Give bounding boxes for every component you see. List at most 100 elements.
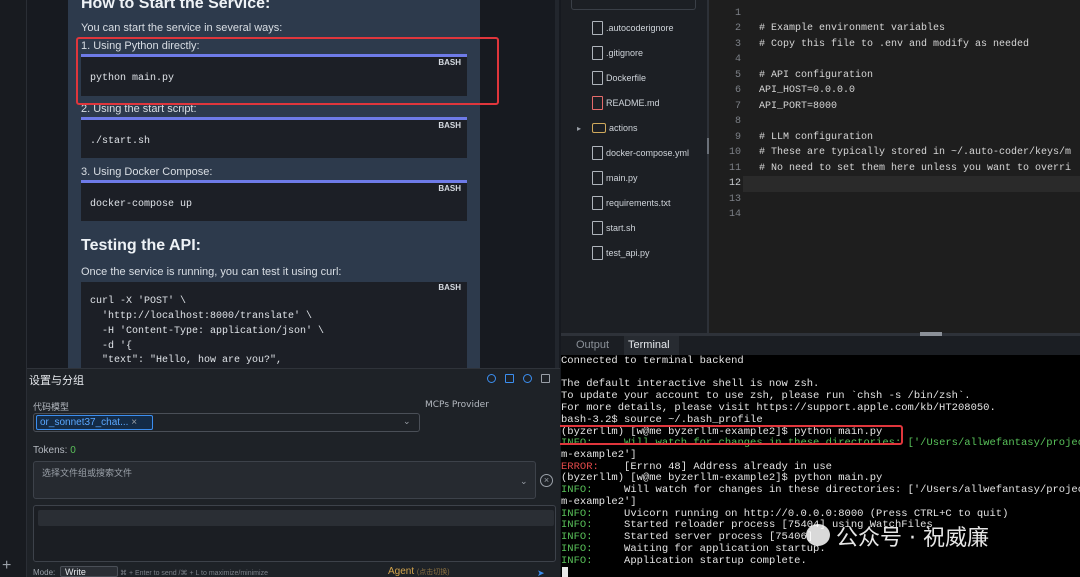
mode-select[interactable]: Write xyxy=(60,566,118,577)
file-icon xyxy=(592,71,603,85)
file-name: .autocoderignore xyxy=(606,23,674,33)
model-tag[interactable]: or_sonnet37_chat... × xyxy=(36,415,153,430)
mode-label: Mode: xyxy=(33,568,56,577)
file-icon xyxy=(592,146,603,160)
file-item[interactable]: Dockerfile xyxy=(592,69,646,87)
code-block-2: BASH ./start.sh xyxy=(81,117,467,158)
terminal-line: INFO: Will watch for changes in these di… xyxy=(561,484,1080,496)
close-icon[interactable]: × xyxy=(131,417,137,428)
chevron-down-icon[interactable]: ⌄ xyxy=(520,476,528,487)
line-number: 14 xyxy=(728,209,741,220)
folder-item[interactable]: actions xyxy=(592,119,638,137)
code-line: # API configuration xyxy=(759,70,874,81)
code-lang-badge: BASH xyxy=(438,121,461,130)
line-number: 4 xyxy=(734,54,741,65)
line-number: 1 xyxy=(734,8,741,19)
info-line: INFO: Will watch for changes in these di… xyxy=(561,484,1080,496)
test-intro-text: Once the service is running, you can tes… xyxy=(81,266,342,278)
line-number: 2 xyxy=(734,23,741,34)
settings-title: 设置与分组 xyxy=(29,374,84,387)
expand-icon[interactable] xyxy=(505,374,514,383)
code-line: # Example environment variables xyxy=(759,23,946,34)
line-number: 13 xyxy=(728,194,741,205)
folder-name: actions xyxy=(609,123,638,133)
watermark: 公众号 · 祝威廉 xyxy=(836,526,989,551)
file-item[interactable]: docker-compose.yml xyxy=(592,144,689,162)
code-line: API_HOST=0.0.0.0 xyxy=(759,85,856,96)
intro-text: You can start the service in several way… xyxy=(81,22,283,34)
terminal-line: For more details, please visit https://s… xyxy=(561,402,996,414)
highlight-box-python xyxy=(76,37,499,105)
current-line-highlight xyxy=(743,176,1080,192)
step-3-text: 3. Using Docker Compose: xyxy=(81,166,213,178)
file-name: main.py xyxy=(606,173,638,183)
tokens-count: Tokens: 0 xyxy=(33,445,76,456)
add-icon[interactable]: + xyxy=(2,558,16,574)
file-item[interactable]: main.py xyxy=(592,169,638,187)
agent-toggle[interactable]: Agent (点击切换) xyxy=(388,566,450,577)
code-block-curl: BASH curl -X 'POST' \ 'http://localhost:… xyxy=(81,282,467,368)
prompt-text-area[interactable] xyxy=(38,510,554,526)
model-tag-label: or_sonnet37_chat... xyxy=(40,417,129,428)
speaker-icon[interactable] xyxy=(541,374,550,383)
code-line: # These are typically stored in ~/.auto-… xyxy=(759,147,1072,158)
tab-output[interactable]: Output xyxy=(576,339,609,351)
activity-gutter xyxy=(0,0,27,577)
tab-terminal[interactable]: Terminal xyxy=(624,336,679,355)
file-icon xyxy=(592,46,603,60)
chevron-right-icon[interactable]: ▸ xyxy=(577,124,585,134)
refresh-icon[interactable] xyxy=(523,374,532,383)
code-2-text: ./start.sh xyxy=(90,136,151,147)
tokens-label: Tokens: xyxy=(33,445,68,456)
code-3-text: docker-compose up xyxy=(90,199,193,210)
terminal-line: To update your account to use zsh, pleas… xyxy=(561,390,971,402)
chevron-down-icon[interactable]: ⌄ xyxy=(403,416,411,427)
markdown-file-icon xyxy=(592,96,603,110)
code-block-3: BASH docker-compose up xyxy=(81,180,467,221)
line-number: 8 xyxy=(734,116,741,127)
file-icon xyxy=(592,21,603,35)
terminal-line: m-example2'] xyxy=(561,496,637,508)
terminal-line: INFO: Application startup complete. xyxy=(561,555,807,567)
agent-label: Agent xyxy=(388,566,415,577)
agent-hint: (点击切换) xyxy=(416,569,450,576)
curl-line: -H 'Content-Type: application/json' \ xyxy=(90,326,325,337)
send-icon[interactable]: ➤ xyxy=(537,568,547,577)
file-icon xyxy=(592,246,603,260)
highlight-box-terminal xyxy=(554,425,903,445)
terminal-cursor xyxy=(562,567,568,577)
line-number: 3 xyxy=(734,39,741,50)
file-item[interactable]: .autocoderignore xyxy=(592,19,674,37)
line-number: 5 xyxy=(734,70,741,81)
file-item[interactable]: requirements.txt xyxy=(592,194,671,212)
code-line: # No need to set them here unless you wa… xyxy=(759,163,1072,174)
info-line: INFO: Started server process [75406] xyxy=(561,531,814,543)
terminal-line: (byzerllm) [w@me byzerllm-example2]$ pyt… xyxy=(561,472,883,484)
file-item[interactable]: .gitignore xyxy=(592,44,643,62)
line-number: 9 xyxy=(734,132,741,143)
code-lang-badge: BASH xyxy=(438,283,461,292)
preview-scrollbar[interactable] xyxy=(555,0,559,368)
terminal-line: INFO: Waiting for application startup. xyxy=(561,543,826,555)
file-search-input[interactable] xyxy=(571,0,696,10)
shortcut-hint: ⌘ + Enter to send /⌘ + L to maximize/min… xyxy=(120,570,268,577)
terminal-line: Connected to terminal backend xyxy=(561,355,744,367)
line-number: 12 xyxy=(728,178,741,189)
code-lang-badge: BASH xyxy=(438,184,461,193)
clear-icon[interactable]: × xyxy=(540,474,553,487)
heading-testing-api: Testing the API: xyxy=(81,237,201,254)
file-name: Dockerfile xyxy=(606,73,647,83)
file-item[interactable]: test_api.py xyxy=(592,244,650,262)
heading-start-service: How to Start the Service: xyxy=(81,0,271,12)
help-icon[interactable] xyxy=(487,374,496,383)
file-item[interactable]: start.sh xyxy=(592,219,636,237)
file-item[interactable]: README.md xyxy=(592,94,660,112)
file-name: docker-compose.yml xyxy=(606,148,690,158)
file-name: .gitignore xyxy=(606,48,644,58)
tokens-value: 0 xyxy=(70,445,76,456)
terminal-line: INFO: Started server process [75406] xyxy=(561,531,813,543)
file-icon xyxy=(592,196,603,210)
file-name: start.sh xyxy=(606,223,636,233)
code-line: API_PORT=8000 xyxy=(759,101,838,112)
mcp-provider-label[interactable]: MCPs Provider xyxy=(425,400,489,410)
